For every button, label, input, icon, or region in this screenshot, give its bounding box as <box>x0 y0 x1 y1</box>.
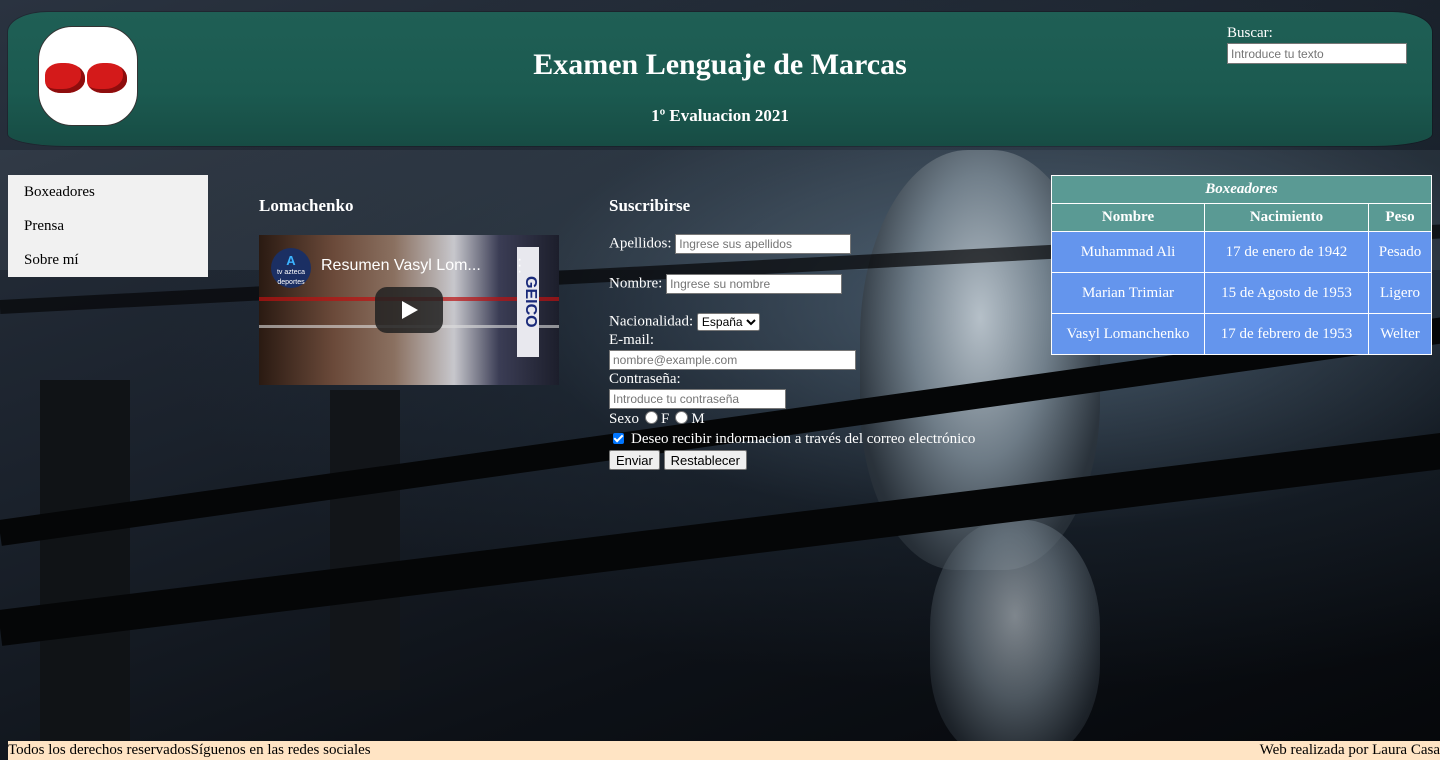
video-title[interactable]: Resumen Vasyl Lom... <box>321 257 481 275</box>
email-label: E-mail: <box>609 332 654 348</box>
apellidos-input[interactable] <box>675 234 852 254</box>
table-cell: Welter <box>1368 313 1432 355</box>
table-caption: Boxeadores <box>1051 175 1432 204</box>
sexo-label: Sexo <box>609 411 639 427</box>
boxers-table: Boxeadores Nombre Nacimiento Peso Muhamm… <box>1051 175 1432 355</box>
search-input[interactable] <box>1227 43 1407 64</box>
table-cell: Muhammad Ali <box>1051 231 1205 273</box>
email-input[interactable] <box>609 350 856 370</box>
sexo-radio-m[interactable] <box>675 411 689 424</box>
sexo-radio-f[interactable] <box>645 411 658 424</box>
page-subtitle: 1º Evaluacion 2021 <box>651 106 789 125</box>
sidebar-item-prensa[interactable]: Prensa <box>8 209 208 243</box>
table-cell: Pesado <box>1368 231 1432 273</box>
footer-social-link[interactable]: Síguenos en las redes sociales <box>191 742 371 758</box>
table-header-nombre: Nombre <box>1051 203 1205 232</box>
channel-avatar[interactable]: Atv azteca deportes <box>271 248 311 288</box>
apellidos-label: Apellidos: <box>609 235 672 252</box>
search-label: Buscar: <box>1227 25 1273 41</box>
table-cell: Marian Trimiar <box>1051 272 1205 314</box>
table-cell: Vasyl Lomanchenko <box>1051 313 1205 355</box>
newsletter-checkbox[interactable] <box>613 433 624 444</box>
table-cell: 17 de enero de 1942 <box>1204 231 1369 273</box>
table-header-nacimiento: Nacimiento <box>1204 203 1369 232</box>
table-cell: Ligero <box>1368 272 1432 314</box>
nombre-input[interactable] <box>666 274 843 294</box>
sidebar-item-boxeadores[interactable]: Boxeadores <box>8 175 208 209</box>
table-row: Marian Trimiar 15 de Agosto de 1953 Lige… <box>1051 272 1432 314</box>
sexo-option-f: F <box>661 411 670 427</box>
sexo-option-m: M <box>691 411 705 427</box>
table-cell: 15 de Agosto de 1953 <box>1204 272 1369 314</box>
video-player[interactable]: GEICO Atv azteca deportes Resumen Vasyl … <box>259 235 559 385</box>
table-cell: 17 de febrero de 1953 <box>1204 313 1369 355</box>
nacionalidad-select[interactable]: España <box>696 313 760 331</box>
nacionalidad-label: Nacionalidad: <box>609 313 694 330</box>
newsletter-label: Deseo recibir indormacion a través del c… <box>631 431 976 447</box>
table-row: Vasyl Lomanchenko 17 de febrero de 1953 … <box>1051 313 1432 355</box>
video-section-title: Lomachenko <box>259 196 354 215</box>
nombre-label: Nombre: <box>609 275 663 292</box>
more-options-icon[interactable]: · · · <box>517 252 522 280</box>
sidebar-nav: Boxeadores Prensa Sobre mí <box>8 175 208 277</box>
page-title: Examen Lenguaje de Marcas <box>533 48 907 81</box>
page-header: Examen Lenguaje de Marcas 1º Evaluacion … <box>8 12 1432 146</box>
table-header-peso: Peso <box>1368 203 1432 232</box>
sidebar-item-sobre-mi[interactable]: Sobre mí <box>8 243 208 277</box>
play-button-icon[interactable] <box>375 287 443 333</box>
password-input[interactable] <box>609 389 786 409</box>
form-title: Suscribirse <box>609 196 691 215</box>
password-label: Contraseña: <box>609 371 681 387</box>
reset-button[interactable]: Restablecer <box>663 450 747 470</box>
footer-credit: Web realizada por Laura Casa <box>1259 742 1440 758</box>
submit-button[interactable]: Enviar <box>609 450 660 470</box>
page-footer: Todos los derechos reservadosSíguenos en… <box>8 741 1440 760</box>
table-row: Muhammad Ali 17 de enero de 1942 Pesado <box>1051 231 1432 273</box>
footer-rights: Todos los derechos reservados <box>8 742 191 758</box>
